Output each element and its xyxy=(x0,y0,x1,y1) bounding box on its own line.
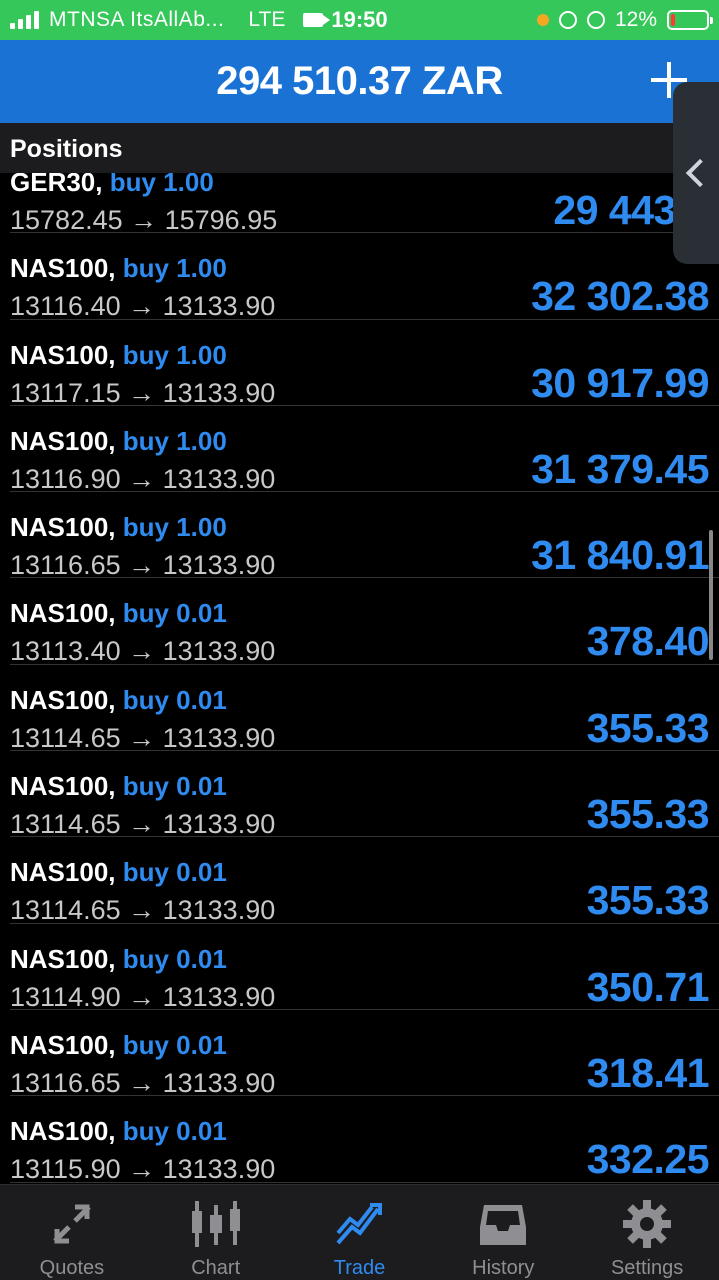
position-symbol: NAS100, xyxy=(10,943,116,974)
position-side: buy 1.00 xyxy=(122,253,227,284)
tab-trade[interactable]: Trade xyxy=(288,1185,432,1280)
network-type: LTE xyxy=(248,8,286,31)
position-row[interactable]: NAS100, buy 1.00 13116.65 → 13133.90 31 … xyxy=(10,492,719,581)
tab-label: Trade xyxy=(333,1257,386,1279)
position-prices: 13116.65 → 13133.90 xyxy=(10,550,276,581)
position-row[interactable]: NAS100, buy 0.01 13114.90 → 13133.90 350… xyxy=(10,924,719,1012)
battery-icon xyxy=(667,10,713,30)
position-prices: 13117.15 → 13133.90 xyxy=(10,377,276,408)
gear-icon xyxy=(623,1200,672,1248)
position-side: buy 0.01 xyxy=(122,943,227,974)
position-prices: 13116.40 → 13133.90 xyxy=(10,291,276,322)
position-symbol: NAS100, xyxy=(10,684,116,715)
position-side: buy 0.01 xyxy=(122,857,227,888)
position-side: buy 0.01 xyxy=(122,684,227,715)
position-profit: 31 840.91 xyxy=(531,532,709,579)
carrier-name: MTNSA ItsAllAb... xyxy=(49,8,225,31)
position-profit: 32 302.38 xyxy=(531,273,709,320)
alarm-icon xyxy=(586,11,605,29)
position-side: buy 1.00 xyxy=(122,425,227,456)
scrollbar[interactable] xyxy=(709,530,713,660)
tab-chart[interactable]: Chart xyxy=(144,1185,288,1280)
status-bar: MTNSA ItsAllAb... LTE 19:50 12% xyxy=(0,0,719,40)
positions-section-header: Positions xyxy=(0,123,719,173)
position-row[interactable]: NAS100, buy 1.00 13116.40 → 13133.90 32 … xyxy=(10,233,719,322)
position-profit: 355.33 xyxy=(586,877,710,924)
position-row[interactable]: NAS100, buy 0.01 13113.40 → 13133.90 378… xyxy=(10,578,719,667)
position-profit: 378.40 xyxy=(586,618,710,665)
position-prices: 13114.90 → 13133.90 xyxy=(10,981,276,1012)
tab-label: History xyxy=(472,1257,535,1279)
position-profit: 355.33 xyxy=(586,704,710,751)
position-row[interactable]: NAS100, buy 1.00 13117.15 → 13133.90 30 … xyxy=(10,320,719,408)
video-camera-icon xyxy=(303,13,331,27)
candlestick-chart-icon xyxy=(191,1201,240,1247)
positions-list[interactable]: GER30, buy 1.00 15782.45 → 15796.95 29 4… xyxy=(0,147,719,1184)
position-symbol: NAS100, xyxy=(10,1116,116,1147)
position-symbol: NAS100, xyxy=(10,339,116,370)
position-row[interactable]: NAS100, buy 0.01 13115.90 → 13133.90 332… xyxy=(10,1096,719,1184)
account-balance: 294 510.37 ZAR xyxy=(216,59,503,103)
position-side: buy 0.01 xyxy=(122,598,227,629)
position-profit: 30 917.99 xyxy=(531,359,709,406)
quotes-icon xyxy=(53,1204,91,1244)
position-profit: 332.25 xyxy=(586,1136,710,1183)
position-row[interactable]: NAS100, buy 0.01 13114.65 → 13133.90 355… xyxy=(10,751,719,840)
position-symbol: NAS100, xyxy=(10,253,116,284)
section-title: Positions xyxy=(10,135,123,163)
battery-percent: 12% xyxy=(614,8,657,31)
tab-label: Quotes xyxy=(39,1257,105,1279)
tab-label: Settings xyxy=(610,1257,684,1279)
position-prices: 13114.65 → 13133.90 xyxy=(10,809,276,840)
bottom-tab-bar: Quotes Chart Trade History Settings xyxy=(0,1184,719,1280)
position-prices: 13116.65 → 13133.90 xyxy=(10,1067,276,1098)
trade-trend-icon xyxy=(336,1203,383,1245)
position-prices: 13114.65 → 13133.90 xyxy=(10,895,276,926)
position-symbol: NAS100, xyxy=(10,771,116,802)
history-inbox-icon xyxy=(480,1205,527,1245)
position-side: buy 0.01 xyxy=(122,771,227,802)
position-prices: 15782.45 → 15796.95 xyxy=(10,205,278,235)
orientation-lock-icon xyxy=(558,11,577,29)
tab-history[interactable]: History xyxy=(431,1185,575,1280)
position-side: buy 1.00 xyxy=(122,339,227,370)
position-profit: 350.71 xyxy=(586,963,710,1010)
tab-label: Chart xyxy=(191,1257,241,1279)
position-symbol: NAS100, xyxy=(10,598,116,629)
position-row[interactable]: NAS100, buy 1.00 13116.90 → 13133.90 31 … xyxy=(10,406,719,494)
position-symbol: NAS100, xyxy=(10,1029,116,1060)
position-side: buy 0.01 xyxy=(122,1116,227,1147)
signal-icon xyxy=(10,11,39,29)
account-header: 294 510.37 ZAR xyxy=(0,40,719,123)
tab-quotes[interactable]: Quotes xyxy=(0,1185,144,1280)
position-profit: 355.33 xyxy=(586,791,710,838)
position-symbol: NAS100, xyxy=(10,512,116,543)
clock-time: 19:50 xyxy=(331,7,388,32)
position-symbol: NAS100, xyxy=(10,857,116,888)
side-panel-toggle[interactable] xyxy=(673,82,719,264)
position-prices: 13114.65 → 13133.90 xyxy=(10,722,276,753)
position-side: buy 0.01 xyxy=(122,1029,227,1060)
position-prices: 13116.90 → 13133.90 xyxy=(10,463,276,494)
position-profit: 318.41 xyxy=(586,1049,710,1096)
position-side: buy 1.00 xyxy=(122,512,227,543)
tab-settings[interactable]: Settings xyxy=(575,1185,719,1280)
position-row[interactable]: NAS100, buy 0.01 13114.65 → 13133.90 355… xyxy=(10,837,719,926)
chevron-left-icon xyxy=(685,158,715,188)
position-prices: 13113.40 → 13133.90 xyxy=(10,636,276,667)
recording-dot-icon xyxy=(536,14,549,26)
position-symbol: NAS100, xyxy=(10,425,116,456)
position-profit: 31 379.45 xyxy=(531,445,709,492)
position-row[interactable]: NAS100, buy 0.01 13116.65 → 13133.90 318… xyxy=(10,1010,719,1098)
position-row[interactable]: NAS100, buy 0.01 13114.65 → 13133.90 355… xyxy=(10,665,719,753)
position-prices: 13115.90 → 13133.90 xyxy=(10,1154,276,1184)
